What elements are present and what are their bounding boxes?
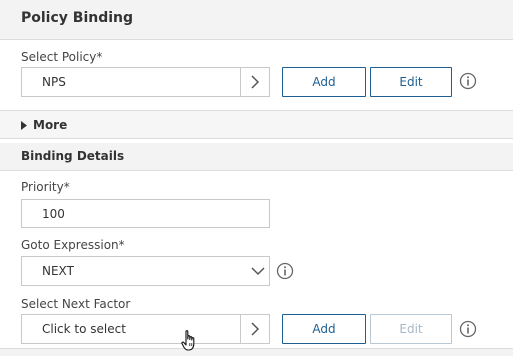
priority-value: 100 xyxy=(42,207,65,221)
info-icon[interactable] xyxy=(459,72,477,90)
goto-expression-label: Goto Expression* xyxy=(21,238,125,252)
binding-details-title: Binding Details xyxy=(21,149,125,163)
bottom-divider xyxy=(0,348,513,356)
chevron-down-icon xyxy=(251,267,265,276)
select-policy-value: NPS xyxy=(42,75,66,89)
panel-header: Policy Binding xyxy=(0,0,513,40)
select-policy-open-button[interactable] xyxy=(240,68,269,96)
select-policy-label: Select Policy* xyxy=(21,50,103,64)
chevron-right-icon xyxy=(251,322,260,336)
caret-right-icon xyxy=(21,121,27,130)
binding-details-header: Binding Details xyxy=(0,143,513,171)
select-policy-field[interactable]: NPS xyxy=(21,67,270,97)
more-toggle[interactable]: More xyxy=(0,110,513,139)
next-factor-label: Select Next Factor xyxy=(21,297,131,311)
next-factor-edit-button: Edit xyxy=(370,314,452,344)
more-label: More xyxy=(33,118,68,132)
chevron-right-icon xyxy=(251,75,260,89)
priority-label: Priority* xyxy=(21,180,70,194)
info-icon[interactable] xyxy=(276,262,294,280)
panel-title: Policy Binding xyxy=(21,10,134,26)
next-factor-placeholder: Click to select xyxy=(42,322,126,336)
next-factor-open-button[interactable] xyxy=(240,315,269,343)
priority-input[interactable]: 100 xyxy=(21,199,270,228)
goto-expression-select[interactable]: NEXT xyxy=(21,256,270,286)
info-icon[interactable] xyxy=(459,320,477,338)
hand-cursor-icon xyxy=(181,330,195,351)
next-factor-add-button[interactable]: Add xyxy=(282,314,366,344)
goto-expression-value: NEXT xyxy=(42,264,74,278)
next-factor-field[interactable]: Click to select xyxy=(21,314,270,344)
select-policy-edit-button[interactable]: Edit xyxy=(370,67,452,97)
select-policy-add-button[interactable]: Add xyxy=(282,67,366,97)
